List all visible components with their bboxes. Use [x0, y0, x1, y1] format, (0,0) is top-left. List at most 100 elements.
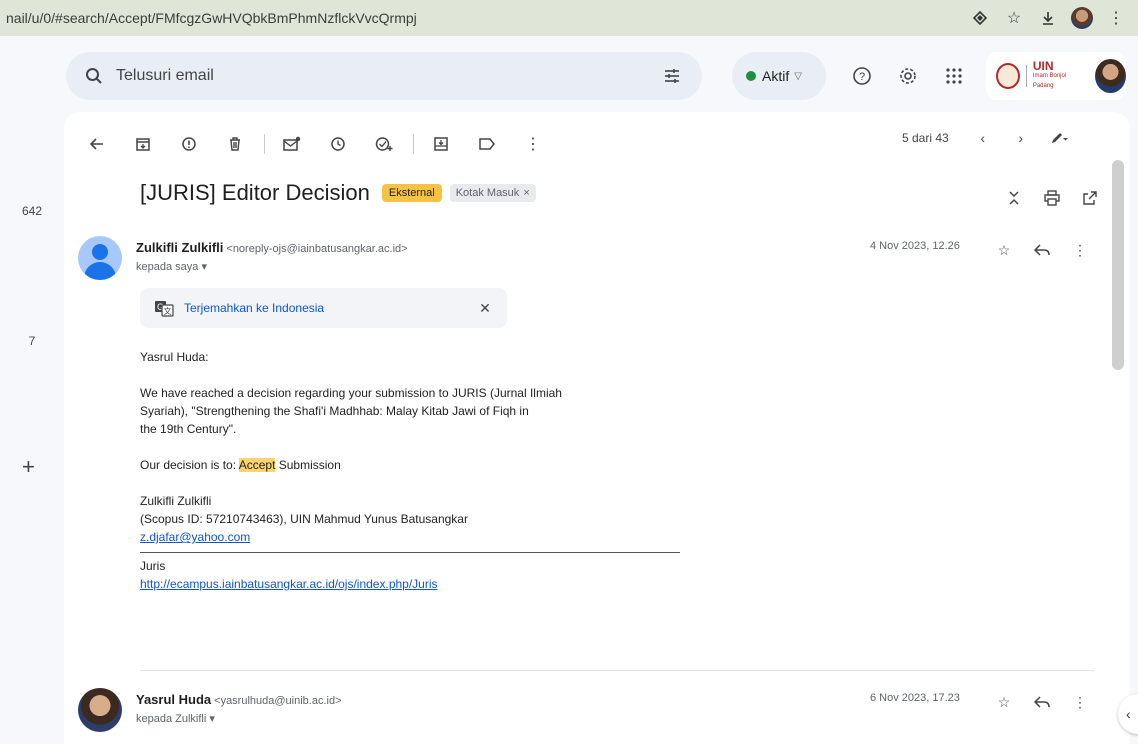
svg-text:?: ? — [859, 71, 865, 83]
body-line: We have reached a decision regarding you… — [140, 386, 562, 400]
help-icon[interactable]: ? — [850, 64, 874, 88]
sender-avatar[interactable] — [78, 236, 122, 280]
download-icon[interactable] — [1036, 6, 1060, 30]
print-icon[interactable] — [1040, 186, 1064, 210]
more-vertical-icon[interactable]: ⋮ — [1068, 238, 1092, 262]
message-toolbar: ⋮ — [80, 124, 562, 164]
browser-url-bar: nail/u/0/#search/Accept/FMfcgzGwHVQbkBmP… — [0, 0, 1138, 36]
translate-link[interactable]: Terjemahkan ke Indonesia — [184, 301, 324, 315]
inbox-label-chip[interactable]: Kotak Masuk × — [449, 184, 536, 202]
recipient-text: kepada Zulkifli — [136, 713, 207, 725]
back-arrow-icon[interactable] — [80, 127, 114, 161]
pagination: 5 dari 43 ‹ › — [902, 126, 1085, 150]
star-icon[interactable]: ☆ — [992, 690, 1016, 714]
account-avatar[interactable] — [1095, 59, 1126, 93]
report-spam-icon[interactable] — [172, 127, 206, 161]
search-options-icon[interactable] — [660, 64, 684, 88]
search-input[interactable]: Telusuri email — [116, 67, 214, 85]
inbox-label-text: Kotak Masuk — [455, 187, 520, 199]
sender-name[interactable]: Zulkifli Zulkifli — [136, 240, 223, 255]
sender-avatar-photo[interactable] — [78, 688, 122, 732]
signature-email-link[interactable]: z.djafar@yahoo.com — [140, 530, 250, 544]
chevron-down-icon: ▾ — [209, 713, 215, 725]
sender-email: <noreply-ojs@iainbatusangkar.ac.id> — [226, 243, 408, 255]
translate-bar: G文 Terjemahkan ke Indonesia ✕ — [140, 288, 507, 328]
recipient-text: kepada saya — [136, 261, 199, 273]
sender-name[interactable]: Yasrul Huda — [136, 692, 211, 707]
bookmark-star-icon[interactable]: ☆ — [1002, 6, 1026, 30]
search-bar[interactable]: Telusuri email — [66, 52, 702, 100]
email-subject: [JURIS] Editor Decision — [140, 180, 370, 205]
chevron-left-icon: ‹ — [1126, 706, 1131, 722]
delete-icon[interactable] — [218, 127, 252, 161]
status-label: Aktif — [762, 68, 790, 84]
previous-chevron-icon[interactable]: ‹ — [971, 126, 995, 150]
snooze-clock-icon[interactable] — [321, 127, 355, 161]
archive-icon[interactable] — [126, 127, 160, 161]
collapse-all-icon[interactable] — [1002, 186, 1026, 210]
page-count-text: 5 dari 43 — [902, 131, 949, 145]
settings-gear-icon[interactable] — [896, 64, 920, 88]
avatar-body — [84, 262, 116, 280]
logo-separator — [1025, 65, 1027, 87]
close-icon[interactable]: ✕ — [475, 298, 495, 318]
add-task-icon[interactable] — [367, 127, 401, 161]
remove-label-icon[interactable]: × — [523, 187, 529, 199]
apps-grid-icon[interactable] — [942, 64, 966, 88]
journal-name: Juris — [140, 559, 166, 573]
reply-icon[interactable] — [1030, 238, 1054, 262]
browser-menu-icon[interactable]: ⋮ — [1104, 6, 1128, 30]
profile-avatar-icon[interactable] — [1070, 6, 1094, 30]
message-pane: ⋮ 5 dari 43 ‹ › [JURIS] Editor Decision … — [64, 112, 1130, 744]
address-text[interactable]: nail/u/0/#search/Accept/FMfcgzGwHVQbkBmP… — [6, 10, 417, 26]
sender-line[interactable]: Zulkifli Zulkifli <noreply-ojs@iainbatusa… — [136, 240, 408, 255]
signature-divider — [140, 552, 680, 553]
decision-prefix: Our decision is to: — [140, 458, 237, 472]
translate-icon: G文 — [154, 298, 174, 318]
organization-logo-icon — [996, 63, 1020, 89]
signature-block: Zulkifli Zulkifli (Scopus ID: 5721074346… — [140, 492, 700, 593]
browser-actions: ☆ ⋮ — [968, 6, 1128, 30]
avatar-head — [92, 244, 108, 260]
wordmark-text: UIN — [1032, 59, 1054, 73]
chevron-down-icon: ▽ — [794, 70, 802, 82]
organization-wordmark: UIN Imam Bonjol Padang — [1032, 59, 1083, 91]
search-icon[interactable] — [82, 64, 106, 88]
body-line: Syariah), "Strengthening the Shafi'i Mad… — [140, 404, 529, 418]
subject-row: [JURIS] Editor Decision Eksternal Kotak … — [140, 180, 536, 206]
extension-icon[interactable] — [968, 6, 992, 30]
status-selector[interactable]: Aktif ▽ — [732, 52, 826, 100]
label-icon[interactable] — [470, 127, 504, 161]
account-switcher[interactable]: UIN Imam Bonjol Padang — [986, 52, 1126, 100]
external-badge: Eksternal — [381, 184, 442, 202]
scrollbar-thumb[interactable] — [1112, 160, 1124, 370]
open-in-new-window-icon[interactable] — [1078, 186, 1102, 210]
subject-actions — [1002, 186, 1102, 210]
message-date: 4 Nov 2023, 12.26 — [870, 240, 960, 252]
mark-unread-icon[interactable] — [275, 127, 309, 161]
next-chevron-icon[interactable]: › — [1009, 126, 1033, 150]
message-actions: ☆ ⋮ — [992, 238, 1092, 262]
reply-icon[interactable] — [1030, 690, 1054, 714]
left-rail: 642 7 + — [0, 36, 64, 744]
more-vertical-icon[interactable]: ⋮ — [1068, 690, 1092, 714]
wordmark-subtext: Imam Bonjol Padang — [1032, 73, 1067, 89]
recipient-dropdown[interactable]: kepada Zulkifli ▾ — [136, 712, 215, 725]
more-options-icon[interactable]: ⋮ — [516, 127, 550, 161]
rail-count-chat: 7 — [28, 334, 36, 348]
greeting: Yasrul Huda: — [140, 350, 209, 364]
paragraph-decision-intro: We have reached a decision regarding you… — [140, 384, 700, 438]
decision-suffix: Submission — [278, 458, 341, 472]
move-to-icon[interactable] — [424, 127, 458, 161]
input-tools-pen-icon[interactable] — [1047, 126, 1071, 150]
journal-url-link[interactable]: http://ecampus.iainbatusangkar.ac.id/ojs… — [140, 577, 438, 591]
recipient-dropdown[interactable]: kepada saya ▾ — [136, 260, 207, 273]
status-dot — [746, 71, 756, 81]
signature-name: Zulkifli Zulkifli — [140, 494, 212, 508]
sender-line[interactable]: Yasrul Huda <yasrulhuda@uinib.ac.id> — [136, 692, 342, 707]
star-icon[interactable]: ☆ — [992, 238, 1016, 262]
message-date: 6 Nov 2023, 17.23 — [870, 692, 960, 704]
body-line: the 19th Century". — [140, 422, 237, 436]
signature-affiliation: (Scopus ID: 57210743463), UIN Mahmud Yun… — [140, 512, 468, 526]
new-space-plus-icon[interactable]: + — [22, 454, 35, 480]
